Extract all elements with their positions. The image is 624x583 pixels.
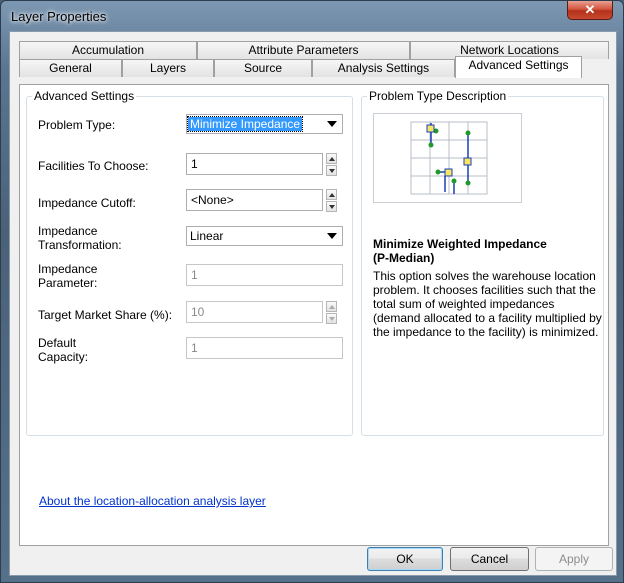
target-market-share-input[interactable]: 10 [186, 301, 323, 323]
group-title: Advanced Settings [32, 89, 137, 103]
tab-label: General [49, 61, 92, 75]
spin-down-icon[interactable] [326, 313, 337, 324]
problem-type-label: Problem Type: [38, 118, 116, 132]
tab-label: Layers [149, 61, 187, 75]
tab-label: Analysis Settings [337, 61, 430, 75]
ok-button[interactable]: OK [367, 547, 443, 571]
impedance-transformation-dropdown[interactable]: Linear [186, 226, 343, 246]
target-market-share-value: 10 [191, 305, 205, 319]
impedance-transformation-label: Impedance Transformation: [38, 224, 122, 252]
default-capacity-value: 1 [191, 341, 198, 355]
button-label: OK [396, 552, 414, 566]
problem-type-description-text: This option solves the warehouse locatio… [373, 269, 602, 339]
button-label: Apply [558, 552, 590, 566]
layer-properties-window: Layer Properties ✕ Accumulation Attribut… [0, 0, 624, 583]
impedance-cutoff-label: Impedance Cutoff: [38, 196, 136, 210]
tab-source[interactable]: Source [214, 59, 312, 77]
spin-down-icon[interactable] [326, 201, 337, 212]
tab-layers[interactable]: Layers [122, 59, 214, 77]
cancel-button[interactable]: Cancel [450, 547, 529, 571]
advanced-settings-panel: Advanced Settings Problem Type: Minimize… [19, 84, 609, 546]
dialog-client-area: Accumulation Attribute Parameters Networ… [9, 31, 617, 576]
close-button[interactable]: ✕ [567, 1, 613, 20]
tab-label: Attribute Parameters [248, 43, 359, 57]
facilities-to-choose-label: Facilities To Choose: [38, 159, 149, 173]
chevron-down-icon[interactable] [327, 121, 337, 127]
tab-accumulation[interactable]: Accumulation [19, 41, 197, 59]
impedance-cutoff-spinner[interactable] [326, 189, 337, 212]
problem-type-diagram [373, 113, 522, 203]
facilities-spinner[interactable] [326, 153, 337, 176]
tab-label: Accumulation [71, 43, 145, 57]
impedance-cutoff-value: <None> [191, 193, 234, 207]
tab-analysis-settings[interactable]: Analysis Settings [312, 59, 455, 77]
default-capacity-label: Default Capacity: [38, 336, 89, 364]
impedance-parameter-label: Impedance Parameter: [38, 262, 98, 290]
apply-button[interactable]: Apply [535, 547, 613, 571]
title-bar[interactable]: Layer Properties ✕ [1, 1, 623, 31]
tab-advanced-settings[interactable]: Advanced Settings [455, 56, 582, 78]
help-link[interactable]: About the location-allocation analysis l… [39, 494, 266, 508]
window-title: Layer Properties [11, 9, 107, 24]
default-capacity-input[interactable]: 1 [186, 337, 343, 359]
target-market-share-label: Target Market Share (%): [38, 308, 173, 322]
impedance-parameter-value: 1 [191, 268, 198, 282]
spin-up-icon[interactable] [326, 189, 337, 200]
spin-up-icon[interactable] [326, 301, 337, 312]
p-median-diagram-icon [410, 121, 488, 195]
spin-up-icon[interactable] [326, 153, 337, 164]
tab-label: Advanced Settings [468, 58, 569, 72]
spin-down-icon[interactable] [326, 165, 337, 176]
close-icon: ✕ [584, 2, 596, 17]
problem-type-heading: Minimize Weighted Impedance (P-Median) [373, 237, 547, 265]
problem-type-value: Minimize Impedance [186, 116, 304, 132]
chevron-down-icon[interactable] [327, 233, 337, 239]
impedance-cutoff-input[interactable]: <None> [186, 189, 323, 211]
tab-label: Network Locations [460, 43, 559, 57]
tab-label: Source [243, 61, 283, 75]
facilities-to-choose-input[interactable]: 1 [186, 153, 323, 175]
tab-general[interactable]: General [19, 59, 122, 77]
impedance-parameter-input[interactable]: 1 [186, 264, 343, 286]
impedance-transformation-value: Linear [190, 229, 224, 243]
group-title: Problem Type Description [367, 89, 509, 103]
tab-attribute-parameters[interactable]: Attribute Parameters [197, 41, 410, 59]
target-market-share-spinner[interactable] [326, 301, 337, 324]
facilities-to-choose-value: 1 [191, 157, 198, 171]
button-label: Cancel [470, 552, 509, 566]
problem-type-dropdown[interactable]: Minimize Impedance [186, 114, 343, 134]
